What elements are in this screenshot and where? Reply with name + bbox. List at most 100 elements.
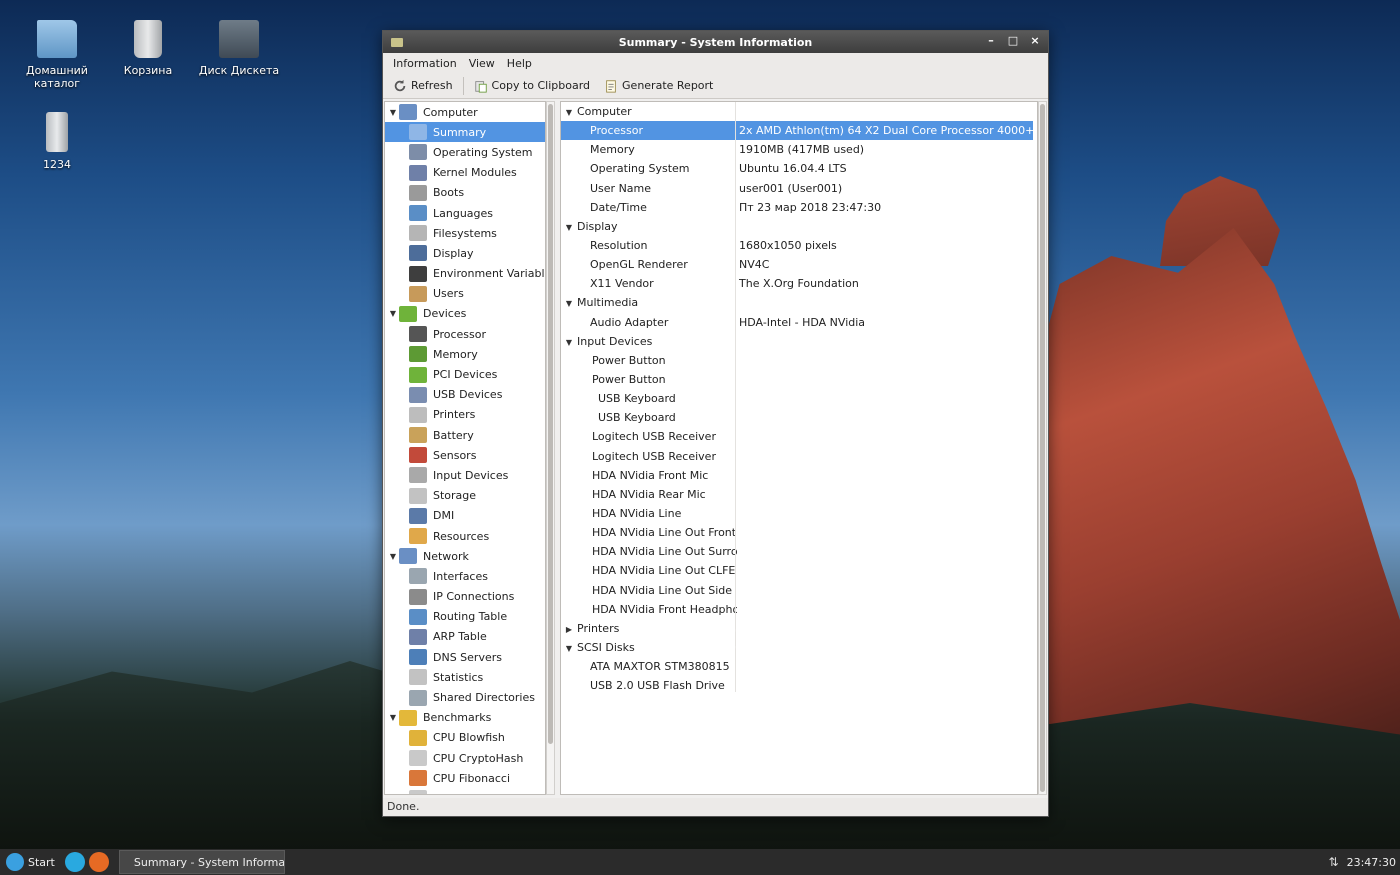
firefox-icon[interactable] bbox=[88, 852, 109, 872]
tree-item[interactable]: Resources bbox=[385, 526, 545, 546]
detail-scrollbar[interactable] bbox=[1038, 101, 1047, 795]
detail-row[interactable]: Power Button bbox=[561, 351, 1037, 370]
expand-arrow-icon[interactable]: ▼ bbox=[387, 552, 399, 561]
tree-item[interactable]: DMI bbox=[385, 506, 545, 526]
clock[interactable]: 23:47:30 bbox=[1347, 856, 1396, 869]
detail-row[interactable]: Logitech USB Receiver bbox=[561, 447, 1037, 466]
tree-item[interactable]: Battery bbox=[385, 425, 545, 445]
expand-arrow-right-icon[interactable]: ▶ bbox=[563, 625, 575, 634]
expand-arrow-icon[interactable]: ▼ bbox=[387, 713, 399, 722]
desktop-icon-home[interactable]: Домашний каталог bbox=[12, 20, 102, 90]
detail-scrollbar-thumb[interactable] bbox=[1040, 104, 1045, 792]
tree-item[interactable]: Interfaces bbox=[385, 566, 545, 586]
detail-key-cell: Resolution bbox=[561, 239, 737, 252]
expand-arrow-icon[interactable]: ▼ bbox=[563, 299, 575, 308]
detail-key: USB 2.0 USB Flash Drive bbox=[590, 679, 725, 693]
tree-item[interactable]: DNS Servers bbox=[385, 647, 545, 667]
expand-arrow-icon[interactable]: ▼ bbox=[563, 338, 575, 347]
desktop-icon-usb[interactable]: 1234 bbox=[12, 112, 102, 171]
expand-arrow-icon[interactable]: ▼ bbox=[563, 108, 575, 117]
taskbar-window-button[interactable]: Summary - System Informati... bbox=[118, 850, 285, 874]
tree-item[interactable]: Shared Directories bbox=[385, 687, 545, 707]
tree-item[interactable]: Storage bbox=[385, 486, 545, 506]
tree-category[interactable]: ▼ Computer bbox=[385, 102, 545, 122]
tree-label: Devices bbox=[423, 307, 467, 321]
detail-row[interactable]: Audio Adapter HDA-Intel - HDA NVidia bbox=[561, 313, 1037, 332]
detail-row[interactable]: OpenGL Renderer NV4C bbox=[561, 255, 1037, 274]
tree-item[interactable]: Input Devices bbox=[385, 465, 545, 485]
desktop-icon-trash[interactable]: Корзина bbox=[103, 20, 193, 77]
tree-item[interactable]: ARP Table bbox=[385, 627, 545, 647]
tree-item[interactable]: CPU Blowfish bbox=[385, 728, 545, 748]
detail-row[interactable]: Operating System Ubuntu 16.04.4 LTS bbox=[561, 159, 1037, 178]
title-bar[interactable]: Summary - System Information – □ × bbox=[383, 31, 1048, 53]
skype-icon[interactable] bbox=[64, 852, 85, 872]
os-gear-icon bbox=[409, 144, 427, 161]
expand-arrow-icon[interactable]: ▼ bbox=[563, 644, 575, 653]
tree-item[interactable]: IP Connections bbox=[385, 587, 545, 607]
tree-category[interactable]: ▼ Network bbox=[385, 546, 545, 566]
detail-key: Display bbox=[577, 219, 618, 233]
tree-item[interactable]: Sensors bbox=[385, 445, 545, 465]
tree-item[interactable]: PCI Devices bbox=[385, 364, 545, 384]
detail-section[interactable]: ▼ Input Devices bbox=[561, 332, 1037, 351]
maximize-button[interactable]: □ bbox=[1006, 34, 1020, 48]
tree-item[interactable]: Environment Variables bbox=[385, 264, 545, 284]
menu-help[interactable]: Help bbox=[501, 57, 538, 70]
tree-item[interactable]: Routing Table bbox=[385, 607, 545, 627]
detail-row[interactable]: User Name user001 (User001) bbox=[561, 179, 1037, 198]
refresh-button[interactable]: Refresh bbox=[389, 77, 457, 95]
tree-item[interactable]: Kernel Modules bbox=[385, 163, 545, 183]
detail-row[interactable]: Date/Time Пт 23 мар 2018 23:47:30 bbox=[561, 198, 1037, 217]
desktop-icon-label: 1234 bbox=[43, 158, 71, 171]
tree-item[interactable]: Summary bbox=[385, 122, 545, 143]
tree-item[interactable]: CPU N-Queens bbox=[385, 788, 545, 794]
detail-row[interactable]: Logitech USB Receiver bbox=[561, 427, 1037, 446]
tree-item[interactable]: Operating System bbox=[385, 142, 545, 162]
detail-row[interactable]: Memory 1910MB (417MB used) bbox=[561, 140, 1037, 159]
desktop-icon-label: Домашний каталог bbox=[26, 64, 88, 90]
tree-item[interactable]: Display bbox=[385, 243, 545, 263]
detail-row[interactable]: Processor 2x AMD Athlon(tm) 64 X2 Dual Co… bbox=[561, 121, 1034, 141]
detail-key: Resolution bbox=[590, 239, 648, 253]
tree-item[interactable]: Languages bbox=[385, 203, 545, 223]
tree-item[interactable]: Users bbox=[385, 284, 545, 304]
minimize-button[interactable]: – bbox=[984, 34, 998, 48]
tree-category[interactable]: ▼ Benchmarks bbox=[385, 708, 545, 728]
expand-arrow-icon[interactable]: ▼ bbox=[563, 223, 575, 232]
tree-category[interactable]: ▼ Devices bbox=[385, 304, 545, 324]
detail-section[interactable]: ▼ Multimedia bbox=[561, 293, 1037, 312]
tree-item[interactable]: USB Devices bbox=[385, 385, 545, 405]
close-button[interactable]: × bbox=[1028, 34, 1042, 48]
start-button[interactable]: Start bbox=[0, 849, 61, 875]
menu-view[interactable]: View bbox=[463, 57, 501, 70]
tree-item[interactable]: Statistics bbox=[385, 667, 545, 687]
tree-scrollbar-thumb[interactable] bbox=[548, 104, 553, 744]
desktop-icon-floppy[interactable]: Диск Дискета bbox=[194, 20, 284, 77]
tree-item[interactable]: Printers bbox=[385, 405, 545, 425]
tree-item[interactable]: Filesystems bbox=[385, 223, 545, 243]
desktop-icon-label: Диск Дискета bbox=[198, 64, 280, 77]
detail-row[interactable]: USB 2.0 USB Flash Drive bbox=[561, 676, 1037, 695]
expand-arrow-icon[interactable]: ▼ bbox=[387, 309, 399, 318]
menu-information[interactable]: Information bbox=[387, 57, 463, 70]
nqueens-icon bbox=[409, 790, 427, 794]
detail-row[interactable]: USB Keyboard bbox=[561, 389, 1037, 408]
detail-row[interactable]: USB Keyboard bbox=[561, 408, 1037, 427]
detail-row[interactable]: Resolution 1680x1050 pixels bbox=[561, 236, 1037, 255]
detail-section[interactable]: ▼ Display bbox=[561, 217, 1037, 236]
detail-row[interactable]: X11 Vendor The X.Org Foundation bbox=[561, 274, 1037, 293]
expand-arrow-icon[interactable]: ▼ bbox=[387, 108, 399, 117]
tree-item[interactable]: CPU CryptoHash bbox=[385, 748, 545, 768]
tree-item[interactable]: CPU Fibonacci bbox=[385, 768, 545, 788]
detail-row[interactable]: Power Button bbox=[561, 370, 1037, 389]
copy-to-clipboard-button[interactable]: Copy to Clipboard bbox=[470, 77, 594, 95]
tree-item[interactable]: Processor bbox=[385, 324, 545, 344]
tree-item[interactable]: Memory bbox=[385, 344, 545, 364]
network-status-icon[interactable]: ⇅ bbox=[1329, 855, 1339, 869]
generate-report-button[interactable]: Generate Report bbox=[600, 77, 717, 95]
tree-item[interactable]: Boots bbox=[385, 183, 545, 203]
detail-row[interactable]: ATA MAXTOR STM380815 bbox=[561, 657, 1037, 676]
detail-section[interactable]: ▼ Computer bbox=[561, 102, 1037, 121]
tree-scrollbar[interactable] bbox=[546, 101, 555, 795]
